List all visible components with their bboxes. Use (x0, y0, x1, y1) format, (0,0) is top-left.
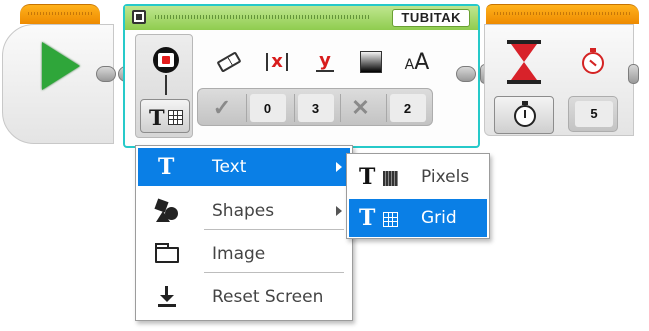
x-input-cell: 0 (246, 94, 286, 122)
font-input-cell: 2 (386, 94, 426, 122)
mode-selector-button[interactable]: T (140, 99, 190, 133)
submenu-item-grid[interactable]: T Grid (349, 199, 487, 237)
seconds-input-cell: 5 (568, 96, 618, 132)
menu-separator (204, 272, 344, 273)
mode-panel: T (135, 34, 193, 138)
font-size-icon: AA (404, 49, 430, 75)
y-position-icon: y (305, 44, 345, 80)
mode-menu: T Text Shapes Image Reset Screen (135, 145, 353, 321)
parameter-bar: ✓ 0 3 ✕ 2 (197, 88, 433, 126)
menu-item-reset-screen[interactable]: Reset Screen (138, 278, 350, 316)
clear-screen-input[interactable]: ✓ (202, 94, 242, 122)
stopwatch-icon (514, 101, 536, 127)
menu-separator (204, 229, 344, 230)
sequence-plug-out[interactable] (96, 66, 116, 82)
menu-item-label: Shapes (212, 201, 275, 221)
y-input-cell: 3 (294, 94, 334, 122)
y-input[interactable]: 3 (297, 94, 334, 122)
mode-connector (165, 75, 167, 95)
color-icon (351, 44, 391, 80)
eraser-icon (209, 44, 249, 80)
wait-mode-selector[interactable] (494, 96, 554, 134)
wait-plug-out[interactable] (628, 64, 639, 84)
x-input[interactable]: 0 (249, 94, 286, 122)
screen-icon (132, 10, 146, 24)
play-icon[interactable] (42, 42, 80, 90)
text-submenu: T Pixels T Grid (346, 153, 490, 239)
submenu-item-pixels[interactable]: T Pixels (349, 158, 487, 196)
shapes-icon (154, 198, 180, 224)
text-pixels-icon: T (359, 164, 409, 190)
display-plug-out[interactable] (456, 66, 476, 82)
grid-icon (168, 110, 183, 125)
download-icon (154, 284, 180, 310)
menu-item-shapes[interactable]: Shapes (138, 192, 350, 230)
text-t-icon: T (158, 154, 175, 180)
submenu-item-label: Grid (421, 208, 457, 228)
seconds-input[interactable]: 5 (575, 101, 613, 127)
timer-icon (582, 48, 604, 74)
cross-icon: ✕ (351, 95, 370, 120)
x-position-icon: x (257, 44, 297, 80)
wait-block[interactable]: 5 (480, 4, 639, 154)
menu-item-label: Image (212, 244, 266, 264)
font-input[interactable]: 2 (389, 94, 426, 122)
folder-icon (154, 241, 180, 267)
text-t-icon: T (149, 105, 165, 130)
display-block[interactable]: TUBITAK T x y AA ✓ 0 3 ✕ 2 (123, 4, 480, 148)
text-grid-icon: T (359, 205, 409, 231)
start-block-header (20, 4, 100, 24)
menu-item-text[interactable]: T Text (138, 148, 350, 186)
submenu-arrow-icon (336, 206, 342, 216)
submenu-item-label: Pixels (421, 167, 470, 187)
color-input[interactable]: ✕ (340, 94, 380, 122)
menu-item-label: Reset Screen (212, 287, 324, 307)
file-name-field[interactable]: TUBITAK (392, 9, 470, 27)
check-icon: ✓ (212, 95, 232, 120)
submenu-arrow-icon (336, 162, 342, 172)
wait-block-header (486, 4, 639, 24)
hourglass-icon (507, 40, 541, 84)
menu-item-image[interactable]: Image (138, 235, 350, 273)
menu-item-label: Text (212, 157, 247, 177)
display-block-icon (153, 47, 179, 73)
